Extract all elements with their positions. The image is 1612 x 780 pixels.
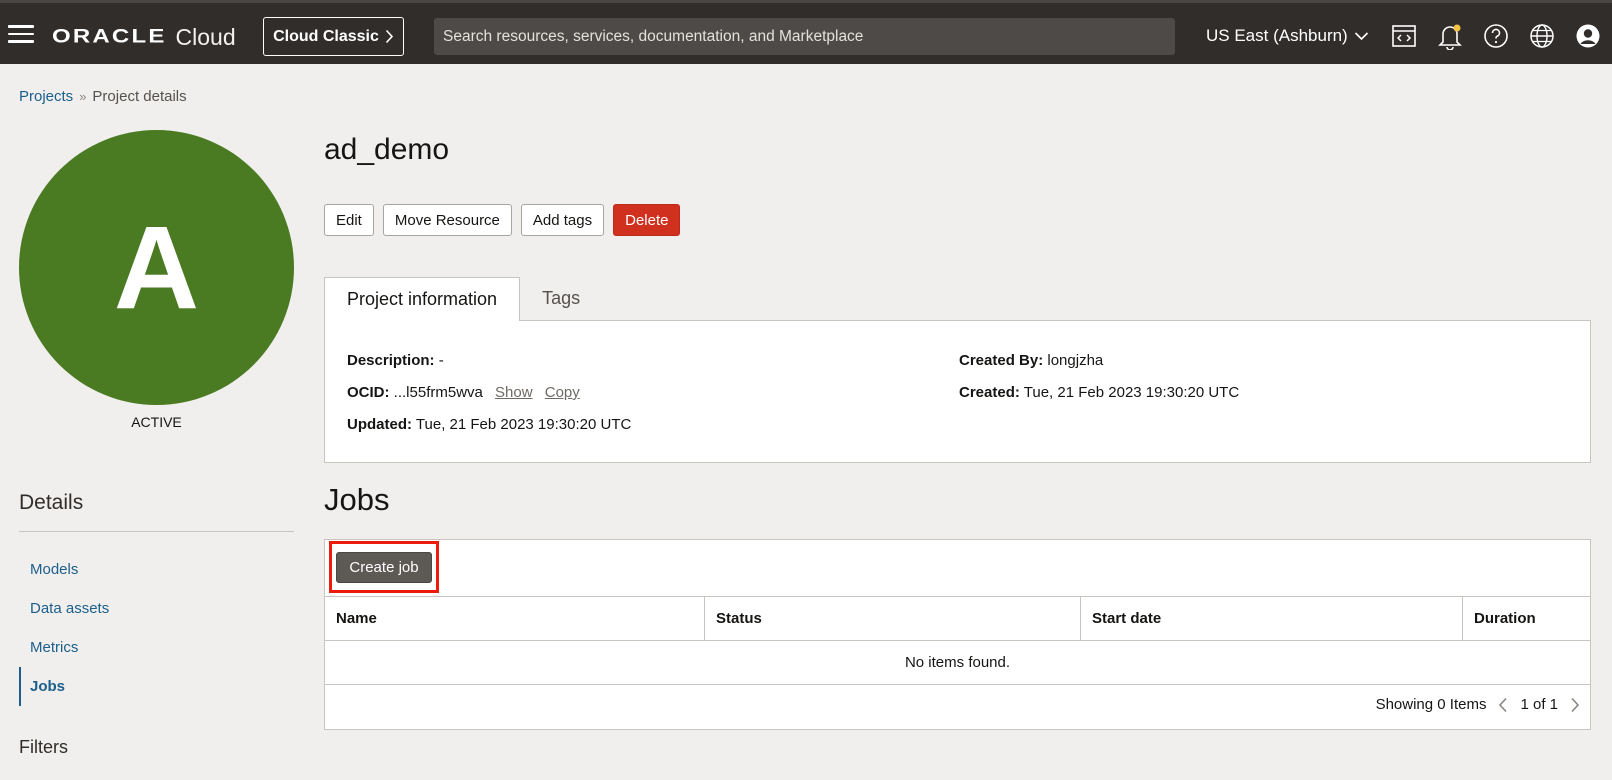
code-editor-icon[interactable] — [1390, 22, 1418, 50]
description-label: Description: — [347, 352, 435, 369]
empty-table-message: No items found. — [325, 641, 1590, 685]
updated-row: Updated: Tue, 21 Feb 2023 19:30:20 UTC — [347, 416, 631, 433]
show-ocid-link[interactable]: Show — [495, 384, 533, 401]
created-by-label: Created By: — [959, 352, 1044, 369]
delete-button[interactable]: Delete — [613, 204, 681, 236]
logo-brand: ORACLE — [52, 25, 167, 48]
created-value: Tue, 21 Feb 2023 19:30:20 UTC — [1023, 384, 1240, 401]
region-label: US East (Ashburn) — [1206, 26, 1348, 45]
copy-ocid-link[interactable]: Copy — [545, 384, 580, 401]
sidebar-item-metrics[interactable]: Metrics — [19, 628, 294, 667]
created-row: Created: Tue, 21 Feb 2023 19:30:20 UTC — [959, 384, 1239, 401]
jobs-section-title: Jobs — [324, 482, 390, 517]
ocid-label: OCID: — [347, 384, 390, 401]
showing-items-count: Showing 0 Items — [1375, 696, 1487, 713]
pagination: Showing 0 Items 1 of 1 — [1376, 696, 1580, 713]
edit-button[interactable]: Edit — [324, 204, 374, 236]
created-by-value: longjzha — [1047, 352, 1104, 369]
menu-icon[interactable] — [8, 25, 34, 43]
detail-tabs: Project information Tags — [324, 277, 602, 321]
create-job-button[interactable]: Create job — [336, 552, 432, 583]
tab-tags[interactable]: Tags — [520, 277, 602, 320]
description-value: - — [438, 352, 444, 369]
move-resource-button[interactable]: Move Resource — [382, 204, 512, 236]
globe-icon[interactable] — [1528, 22, 1556, 50]
sidebar-item-data-assets[interactable]: Data assets — [19, 589, 294, 628]
column-header-status[interactable]: Status — [705, 597, 1081, 640]
cloud-classic-label: Cloud Classic — [273, 27, 379, 45]
page-title: ad_demo — [324, 133, 450, 166]
ocid-value: ...l55frm5wva — [393, 384, 483, 401]
previous-page-icon[interactable] — [1498, 697, 1508, 713]
user-profile-icon[interactable] — [1574, 22, 1602, 50]
oracle-cloud-logo[interactable]: ORACLE Cloud — [52, 22, 236, 52]
breadcrumb: Projects » Project details — [19, 88, 187, 105]
details-divider — [19, 531, 294, 532]
resources-nav: Models Data assets Metrics Jobs — [19, 550, 294, 706]
project-avatar: A — [19, 130, 294, 405]
filters-section-title: Filters — [19, 737, 68, 757]
created-by-row: Created By: longjzha — [959, 352, 1103, 369]
jobs-panel: Create job Name Status Start date Durati… — [324, 539, 1591, 730]
description-row: Description: - — [347, 352, 444, 369]
next-page-icon[interactable] — [1570, 697, 1580, 713]
search-input[interactable] — [434, 18, 1175, 55]
project-information-panel: Description: - OCID: ...l55frm5wva Show … — [324, 320, 1591, 463]
avatar-letter: A — [113, 201, 200, 334]
chevron-right-icon — [385, 29, 393, 44]
breadcrumb-current: Project details — [92, 88, 187, 105]
logo-product: Cloud — [175, 23, 236, 50]
region-selector[interactable]: US East (Ashburn) — [1206, 24, 1369, 48]
breadcrumb-projects-link[interactable]: Projects — [19, 88, 73, 105]
updated-value: Tue, 21 Feb 2023 19:30:20 UTC — [415, 416, 632, 433]
cloud-classic-button[interactable]: Cloud Classic — [263, 17, 404, 56]
bell-icon[interactable] — [1436, 22, 1464, 50]
help-icon[interactable] — [1482, 22, 1510, 50]
jobs-table-header: Name Status Start date Duration — [325, 596, 1590, 641]
status-badge: ACTIVE — [131, 414, 182, 430]
ocid-row: OCID: ...l55frm5wva Show Copy — [347, 384, 580, 401]
column-header-duration[interactable]: Duration — [1463, 597, 1590, 640]
column-header-name[interactable]: Name — [325, 597, 705, 640]
action-buttons: Edit Move Resource Add tags Delete — [324, 204, 681, 236]
breadcrumb-separator: » — [79, 89, 87, 104]
sidebar-item-models[interactable]: Models — [19, 550, 294, 589]
page-info: 1 of 1 — [1520, 696, 1558, 713]
top-navigation-bar: ORACLE Cloud Cloud Classic US East (Ashb… — [0, 0, 1612, 64]
add-tags-button[interactable]: Add tags — [520, 204, 605, 236]
tab-project-information[interactable]: Project information — [324, 277, 521, 321]
sidebar-item-jobs[interactable]: Jobs — [19, 667, 294, 706]
created-label: Created: — [959, 384, 1020, 401]
updated-label: Updated: — [347, 416, 412, 433]
details-section-title: Details — [19, 491, 84, 514]
column-header-start-date[interactable]: Start date — [1081, 597, 1463, 640]
chevron-down-icon — [1354, 32, 1368, 41]
